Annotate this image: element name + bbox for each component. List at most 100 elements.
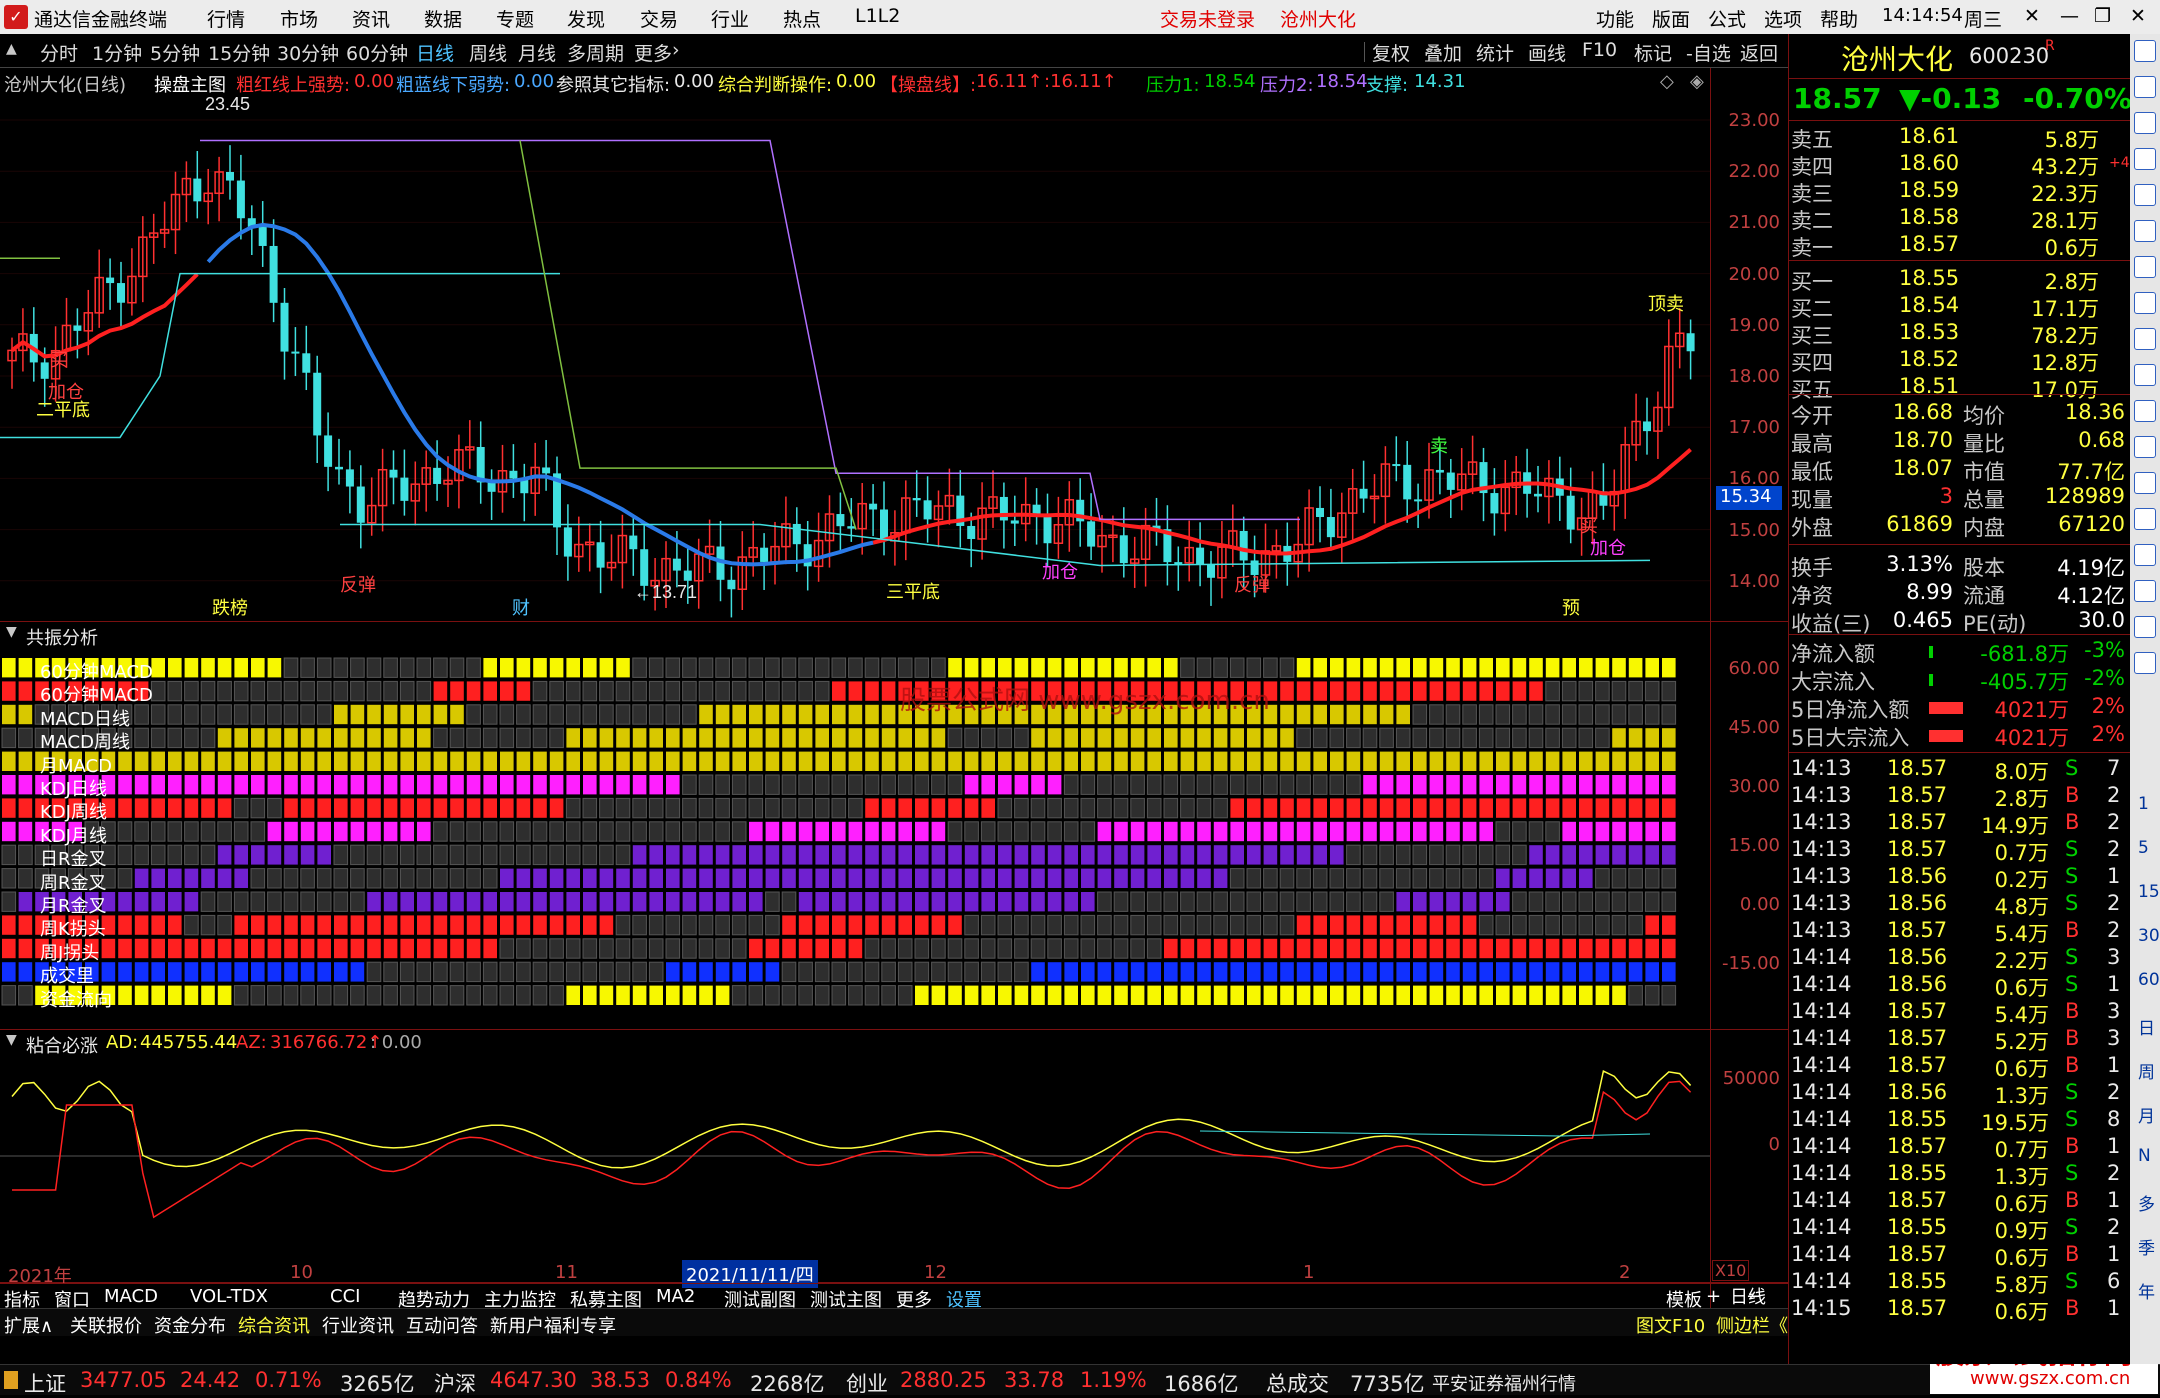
period-tab[interactable]: 月线: [518, 39, 556, 66]
sidebar-period[interactable]: 多: [2138, 1190, 2155, 1215]
menu-l1l2[interactable]: L1L2: [855, 5, 900, 27]
menu-quotes[interactable]: 行情: [207, 5, 245, 32]
main-indicator-name[interactable]: 操盘主图: [154, 71, 226, 97]
menu-options[interactable]: 选项: [1764, 5, 1802, 32]
book-icon[interactable]: [2134, 472, 2156, 494]
period-more[interactable]: 更多: [634, 39, 672, 66]
menu-help[interactable]: 帮助: [1820, 5, 1858, 32]
sidebar-period[interactable]: 5: [2138, 838, 2149, 858]
down-arrow-icon[interactable]: [2134, 112, 2156, 134]
menu-industry[interactable]: 行业: [711, 5, 749, 32]
back-button[interactable]: 返回: [1740, 39, 1778, 66]
diamond-icon[interactable]: ◇: [1660, 71, 1674, 92]
close-window-icon[interactable]: ✕: [2130, 5, 2146, 27]
star-icon[interactable]: [2134, 40, 2156, 62]
sidebar-period[interactable]: 月: [2138, 1102, 2155, 1127]
menu-data[interactable]: 数据: [424, 5, 462, 32]
period-tab[interactable]: 分时: [40, 39, 78, 66]
grid-cell: [1396, 751, 1410, 771]
f10-button[interactable]: F10: [1582, 39, 1617, 61]
collapse-icon[interactable]: ▼: [6, 1032, 17, 1048]
sidebar-period[interactable]: 15: [2138, 882, 2160, 902]
ext-right-button[interactable]: 侧边栏《: [1716, 1312, 1788, 1338]
menu-function[interactable]: 功能: [1596, 5, 1634, 32]
ext-tab[interactable]: 互动问答: [406, 1312, 478, 1338]
overlay-button[interactable]: 叠加: [1424, 39, 1462, 66]
ext-tab[interactable]: 新用户福利专享: [490, 1312, 616, 1338]
grid-icon[interactable]: [2134, 220, 2156, 242]
sh-label[interactable]: 上证: [24, 1368, 66, 1398]
period-tab[interactable]: 多周期: [567, 39, 624, 66]
oscillator-chart[interactable]: [0, 1056, 1710, 1261]
grid-cell: [798, 985, 813, 1006]
clock-icon[interactable]: [2134, 436, 2156, 458]
tick-price: 18.57: [1887, 918, 1948, 942]
info-icon[interactable]: [2134, 256, 2156, 278]
ext-tab[interactable]: 行业资讯: [322, 1312, 394, 1338]
ext-tab[interactable]: 关联报价: [70, 1312, 142, 1338]
close-icon[interactable]: ✕: [2024, 5, 2040, 27]
menu-discover[interactable]: 发现: [567, 5, 605, 32]
menu-formula[interactable]: 公式: [1708, 5, 1746, 32]
fund-icon[interactable]: [2134, 328, 2156, 350]
menu-hot[interactable]: 热点: [783, 5, 821, 32]
menu-layout[interactable]: 版面: [1652, 5, 1690, 32]
minimize-icon[interactable]: —: [2060, 5, 2079, 27]
template-button[interactable]: +: [1706, 1286, 1721, 1307]
collapse-icon[interactable]: ▲: [6, 41, 17, 57]
indicator-tab[interactable]: VOL-TDX: [190, 1286, 268, 1307]
ext-tab[interactable]: 扩展∧: [4, 1312, 53, 1338]
pen-icon[interactable]: [2134, 580, 2156, 602]
menu-news[interactable]: 资讯: [352, 5, 390, 32]
tag-icon[interactable]: [2134, 292, 2156, 314]
period-tab[interactable]: 15分钟: [208, 39, 270, 66]
trade-login-status[interactable]: 交易未登录: [1160, 5, 1255, 32]
self-select-button[interactable]: -自选: [1686, 39, 1731, 66]
move-icon[interactable]: [2134, 544, 2156, 566]
sidebar-period[interactable]: 日: [2138, 1014, 2155, 1039]
expand-icon[interactable]: ◈: [1690, 71, 1704, 92]
fs-icon[interactable]: [2134, 616, 2156, 638]
sidebar-period[interactable]: 1: [2138, 794, 2149, 814]
menu-market[interactable]: 市场: [280, 5, 318, 32]
rsi-icon[interactable]: [2134, 508, 2156, 530]
sidebar-period[interactable]: N: [2138, 1146, 2151, 1166]
mark-button[interactable]: 标记: [1634, 39, 1672, 66]
restore-icon[interactable]: ❐: [2094, 5, 2111, 27]
link-icon[interactable]: [2134, 400, 2156, 422]
hs-label[interactable]: 沪深: [434, 1368, 476, 1398]
indicator-tab[interactable]: CCI: [330, 1286, 360, 1307]
ext-right-button[interactable]: 图文F10: [1636, 1312, 1705, 1338]
period-tab[interactable]: 60分钟: [346, 39, 408, 66]
period-tab[interactable]: 30分钟: [277, 39, 339, 66]
stats-button[interactable]: 统计: [1476, 39, 1514, 66]
period-tab[interactable]: 1分钟: [92, 39, 142, 66]
list-icon[interactable]: [2134, 148, 2156, 170]
up-arrow-icon[interactable]: [2134, 76, 2156, 98]
adjust-button[interactable]: 复权: [1372, 39, 1410, 66]
sidebar-period[interactable]: 年: [2138, 1278, 2155, 1303]
sidebar-period[interactable]: 30: [2138, 926, 2160, 946]
candlestick-chart[interactable]: 23.45←13.71买加仓二平底反弹 三平底 反弹顶卖卖买加仓加仓跌榜财预: [0, 96, 1710, 620]
period-tab-selected[interactable]: 日线: [416, 39, 454, 66]
chart-icon[interactable]: [2134, 184, 2156, 206]
sidebar-period[interactable]: 季: [2138, 1234, 2155, 1259]
sidebar-period[interactable]: 周: [2138, 1058, 2155, 1083]
indicator-tab[interactable]: MACD: [104, 1286, 158, 1307]
collapse-icon[interactable]: ▼: [6, 624, 17, 640]
scale-x10[interactable]: X10: [1712, 1260, 1750, 1281]
menu-topics[interactable]: 专题: [496, 5, 534, 32]
doc-icon[interactable]: [2134, 364, 2156, 386]
excel-icon[interactable]: [2134, 652, 2156, 674]
ext-tab[interactable]: 资金分布: [154, 1312, 226, 1338]
menu-trade[interactable]: 交易: [640, 5, 678, 32]
template-button[interactable]: −: [1746, 1286, 1761, 1307]
period-tab[interactable]: 周线: [469, 39, 507, 66]
period-tab[interactable]: 5分钟: [150, 39, 200, 66]
ext-tab[interactable]: 综合资讯: [238, 1312, 310, 1338]
sidebar-period[interactable]: 60: [2138, 970, 2160, 990]
indicator-tab[interactable]: MA2: [656, 1286, 695, 1307]
chevron-right-icon[interactable]: ›: [672, 39, 680, 61]
cy-label[interactable]: 创业: [846, 1368, 888, 1398]
draw-button[interactable]: 画线: [1528, 39, 1566, 66]
